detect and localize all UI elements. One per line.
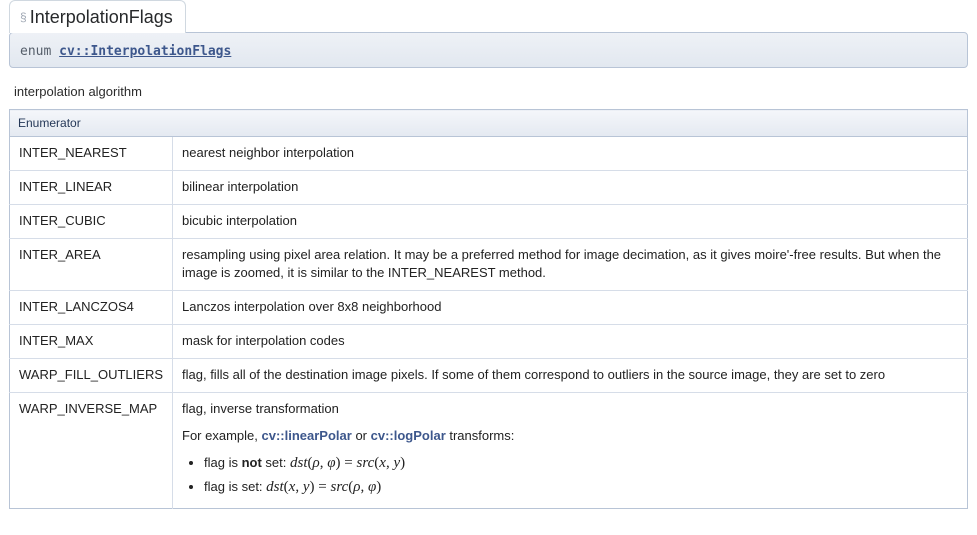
text: flag is set:: [204, 479, 266, 494]
formula-list: flag is not set: dst(ρ, φ) = src(x, y) f…: [204, 453, 958, 499]
enumerator-table: Enumerator INTER_NEAREST nearest neighbo…: [9, 109, 968, 509]
enum-title: InterpolationFlags: [30, 7, 173, 27]
enumerator-header: Enumerator: [10, 110, 968, 137]
text: transforms:: [446, 428, 515, 443]
table-row: INTER_CUBIC bicubic interpolation: [10, 204, 968, 238]
text: flag is: [204, 455, 242, 470]
enum-qualified-name[interactable]: cv::InterpolationFlags: [59, 44, 231, 59]
table-row: INTER_LANCZOS4 Lanczos interpolation ove…: [10, 291, 968, 325]
warp-example-line: For example, cv::linearPolar or cv::logP…: [182, 427, 958, 446]
enum-name: INTER_LANCZOS4: [10, 291, 173, 325]
link-linearpolar[interactable]: cv::linearPolar: [262, 428, 352, 443]
table-row: INTER_LINEAR bilinear interpolation: [10, 170, 968, 204]
brief-description: interpolation algorithm: [14, 84, 977, 99]
enum-name: WARP_FILL_OUTLIERS: [10, 358, 173, 392]
keyword-enum: enum: [20, 44, 51, 59]
enum-desc: flag, fills all of the destination image…: [173, 358, 968, 392]
table-row: WARP_INVERSE_MAP flag, inverse transform…: [10, 392, 968, 508]
prototype-box: enum cv::InterpolationFlags: [9, 32, 968, 68]
enum-name: INTER_LINEAR: [10, 170, 173, 204]
bold-not: not: [242, 455, 262, 470]
text: or: [352, 428, 371, 443]
enum-desc: resampling using pixel area relation. It…: [173, 238, 968, 291]
enum-desc: nearest neighbor interpolation: [173, 137, 968, 171]
enum-desc: bicubic interpolation: [173, 204, 968, 238]
enum-name: INTER_AREA: [10, 238, 173, 291]
enum-desc: Lanczos interpolation over 8x8 neighborh…: [173, 291, 968, 325]
link-logpolar[interactable]: cv::logPolar: [371, 428, 446, 443]
formula: dst(x, y) = src(ρ, φ): [266, 479, 381, 495]
table-row: WARP_FILL_OUTLIERS flag, fills all of th…: [10, 358, 968, 392]
list-item: flag is not set: dst(ρ, φ) = src(x, y): [204, 453, 958, 475]
enum-name: WARP_INVERSE_MAP: [10, 392, 173, 508]
permalink-icon[interactable]: §: [20, 10, 27, 24]
enum-desc: mask for interpolation codes: [173, 325, 968, 359]
enum-name: INTER_NEAREST: [10, 137, 173, 171]
text: set:: [262, 455, 290, 470]
enum-name: INTER_CUBIC: [10, 204, 173, 238]
enum-desc: flag, inverse transformation For example…: [173, 392, 968, 508]
formula: dst(ρ, φ) = src(x, y): [290, 455, 405, 471]
enum-desc: bilinear interpolation: [173, 170, 968, 204]
table-row: INTER_AREA resampling using pixel area r…: [10, 238, 968, 291]
prototype-text: enum cv::InterpolationFlags: [20, 44, 231, 59]
list-item: flag is set: dst(x, y) = src(ρ, φ): [204, 477, 958, 499]
table-row: INTER_MAX mask for interpolation codes: [10, 325, 968, 359]
enum-name: INTER_MAX: [10, 325, 173, 359]
text: For example,: [182, 428, 261, 443]
table-row: INTER_NEAREST nearest neighbor interpola…: [10, 137, 968, 171]
enum-desc-text: flag, inverse transformation: [182, 400, 958, 419]
section-title-tab: §InterpolationFlags: [9, 0, 186, 33]
